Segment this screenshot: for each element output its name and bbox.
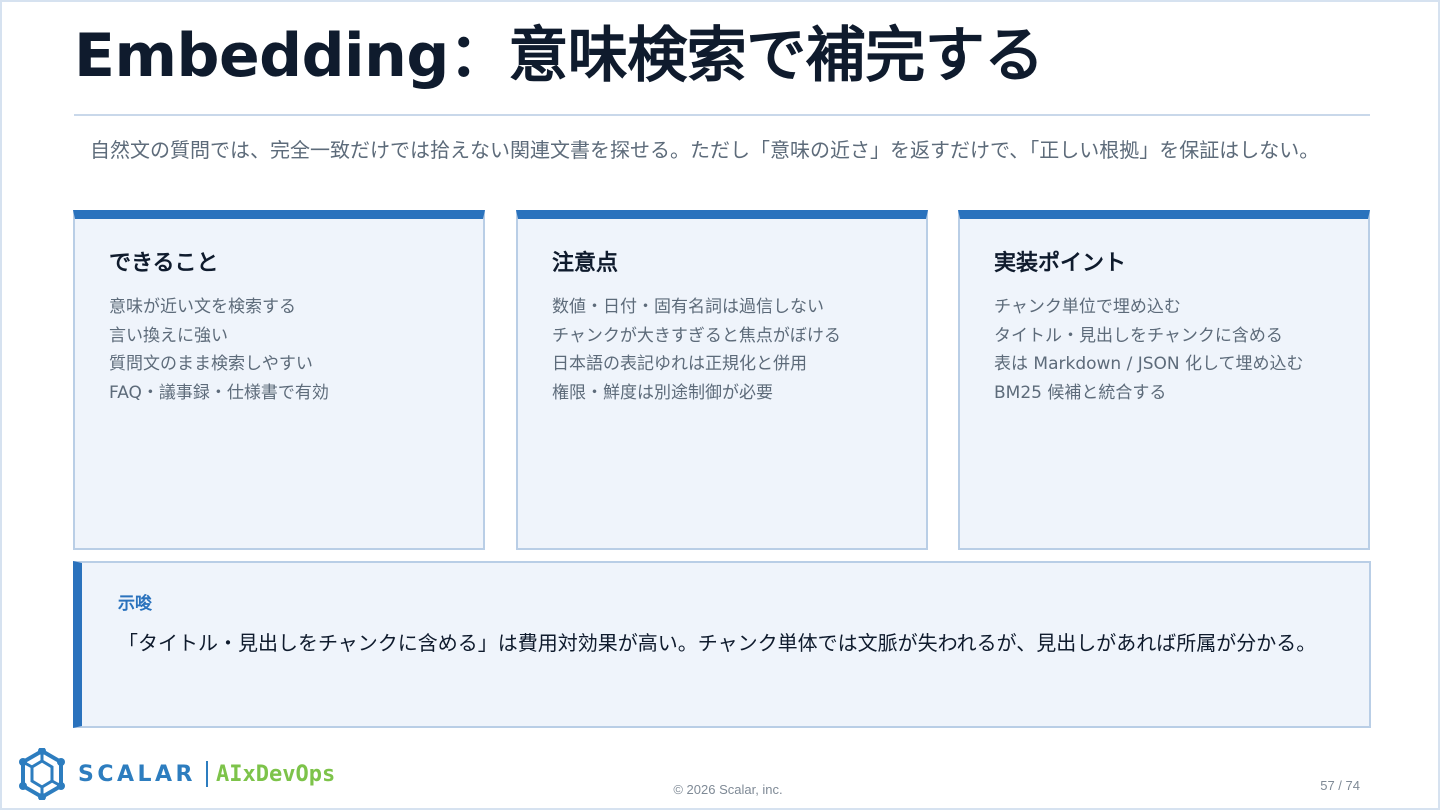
list-item: チャンク単位で埋め込む (994, 297, 1181, 317)
copyright-text: © 2026 Scalar, inc. (673, 782, 783, 797)
list-item: チャンクが大きすぎると焦点がぼける (552, 325, 841, 346)
card-list: 数値・日付・固有名詞は過信しない チャンクが大きすぎると焦点がぼける 日本語の表… (552, 293, 892, 407)
list-item: FAQ・議事録・仕様書で有効 (109, 382, 329, 403)
list-item: 質問文のまま検索しやすい (109, 354, 313, 374)
list-item: 数値・日付・固有名詞は過信しない (552, 297, 824, 317)
card-list: 意味が近い文を検索する 言い換えに強い 質問文のまま検索しやすい FAQ・議事録… (109, 293, 449, 407)
list-item: BM25 候補と統合する (994, 382, 1167, 403)
list-item: 日本語の表記ゆれは正規化と併用 (552, 354, 807, 374)
card-list: チャンク単位で埋め込む タイトル・見出しをチャンクに含める 表は Markdow… (994, 293, 1334, 407)
slide: Embedding：意味検索で補完する 自然文の質問では、完全一致だけでは拾えな… (0, 0, 1440, 810)
list-item: 言い換えに強い (109, 325, 228, 346)
slide-title: Embedding：意味検索で補完する (74, 21, 1044, 91)
card-heading: できること (109, 251, 219, 276)
list-item: 権限・鮮度は別途制御が必要 (552, 382, 773, 403)
card-capabilities: できること 意味が近い文を検索する 言い換えに強い 質問文のまま検索しやすい F… (73, 210, 485, 550)
title-divider (74, 114, 1370, 116)
callout-label: 示唆 (118, 594, 152, 614)
list-item: タイトル・見出しをチャンクに含める (994, 325, 1283, 346)
card-implementation: 実装ポイント チャンク単位で埋め込む タイトル・見出しをチャンクに含める 表は … (958, 210, 1370, 550)
insight-callout: 示唆 「タイトル・見出しをチャンクに含める」は費用対効果が高い。チャンク単体では… (73, 561, 1371, 728)
card-heading: 注意点 (552, 251, 619, 276)
list-item: 表は Markdown / JSON 化して埋め込む (994, 354, 1304, 374)
list-item: 意味が近い文を検索する (109, 297, 296, 317)
page-number: 57 / 74 (1320, 778, 1360, 793)
callout-body: 「タイトル・見出しをチャンクに含める」は費用対効果が高い。チャンク単体では文脈が… (118, 631, 1317, 655)
card-cautions: 注意点 数値・日付・固有名詞は過信しない チャンクが大きすぎると焦点がぼける 日… (516, 210, 928, 550)
card-heading: 実装ポイント (994, 251, 1127, 276)
lead-text: 自然文の質問では、完全一致だけでは拾えない関連文書を探せる。ただし「意味の近さ」… (90, 138, 1320, 162)
